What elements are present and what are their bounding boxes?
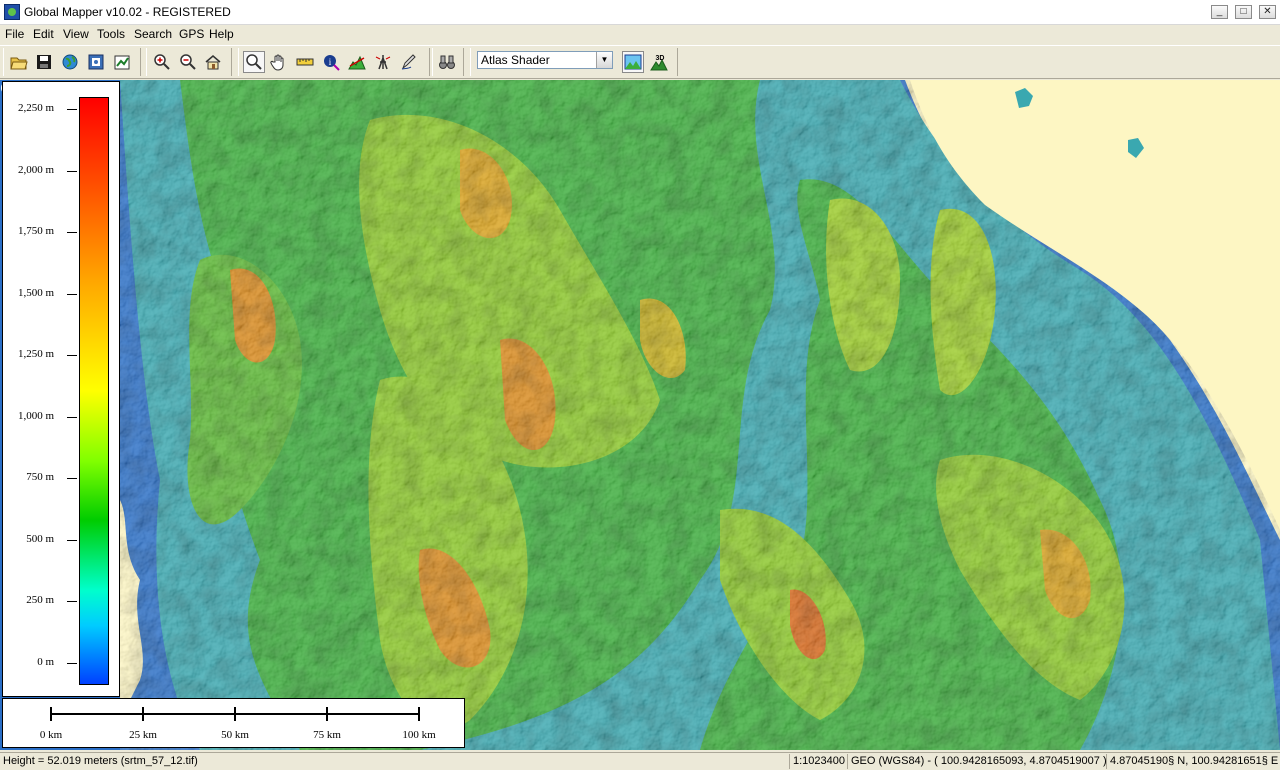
scale-label: 75 km (313, 729, 341, 741)
status-height: Height = 52.019 meters (srtm_57_12.tif) (3, 755, 198, 767)
legend-label: 2,000 m (17, 163, 54, 176)
menu-help[interactable]: Help (209, 27, 234, 41)
legend-label: 2,250 m (17, 102, 54, 114)
close-button[interactable]: ✕ (1259, 5, 1276, 19)
save-button[interactable] (33, 51, 55, 73)
scale-tick (142, 707, 144, 721)
toolbar: i 3D (0, 45, 1280, 79)
legend-label: 500 m (26, 532, 54, 545)
legend-tick (67, 601, 77, 602)
menu-view[interactable]: View (63, 27, 89, 41)
3d-label: 3D (656, 55, 665, 62)
chevron-down-icon[interactable]: ▼ (596, 52, 612, 68)
window-title: Global Mapper v10.02 - REGISTERED (24, 5, 231, 19)
measure-button[interactable] (294, 51, 316, 73)
scale-tick (418, 707, 420, 721)
zoom-out-icon (180, 54, 196, 70)
legend-tick (67, 539, 77, 541)
legend-tick (67, 478, 77, 479)
status-projection: GEO (WGS84) - ( 100.9428165093, 4.870451… (847, 754, 1107, 769)
scale-label: 0 km (39, 729, 63, 741)
scale-tick (234, 707, 236, 721)
menu-bar: File Edit View Tools Search GPS Help (0, 25, 1280, 44)
overlay-control-button[interactable] (111, 51, 133, 73)
legend-tick (67, 232, 77, 233)
zoom-tool-button[interactable] (243, 51, 265, 73)
status-scale: 1:1023400 (789, 754, 845, 769)
measure-icon (296, 58, 314, 66)
pan-button[interactable] (268, 51, 290, 73)
elevation-map[interactable] (0, 80, 1280, 750)
feature-info-button[interactable]: i (320, 51, 342, 73)
path-profile-button[interactable] (346, 51, 368, 73)
config-button[interactable] (85, 51, 107, 73)
elevation-legend: 2,250 m 2,000 m 1,750 m 1,500 m 1,250 m 1,000… (2, 81, 120, 697)
status-bar: Height = 52.019 meters (srtm_57_12.tif) … (0, 752, 1280, 770)
legend-tick (67, 170, 77, 172)
menu-gps[interactable]: GPS (179, 27, 204, 41)
open-folder-icon (10, 57, 28, 70)
view-shed-icon (375, 55, 391, 70)
menu-tools[interactable]: Tools (97, 27, 125, 41)
home-icon (205, 55, 221, 70)
zoom-tool-icon (246, 54, 262, 70)
legend-tick (67, 416, 77, 418)
app-icon (4, 4, 20, 20)
zoom-in-icon (154, 54, 170, 70)
legend-label: 1,250 m (17, 348, 54, 360)
binoculars-icon (439, 55, 455, 69)
path-profile-icon (348, 55, 366, 70)
scale-tick (326, 707, 328, 721)
save-icon (37, 55, 51, 69)
legend-tick (67, 662, 77, 664)
legend-label: 1,750 m (17, 225, 54, 237)
digitizer-button[interactable] (398, 51, 420, 73)
globe-button[interactable] (59, 51, 81, 73)
zoom-out-button[interactable] (177, 51, 199, 73)
map-view[interactable] (0, 80, 1280, 750)
shader-options-icon (624, 54, 642, 70)
scale-label: 50 km (221, 729, 249, 741)
pan-hand-icon (270, 54, 284, 71)
overlay-control-icon (114, 55, 130, 70)
menu-search[interactable]: Search (134, 27, 172, 41)
zoom-in-button[interactable] (151, 51, 173, 73)
scale-bar: 0 km 25 km 50 km 75 km 100 km (2, 698, 465, 748)
legend-tick (67, 355, 77, 356)
status-coordinates: 4.87045190§ N, 100.94281651§ E (1106, 754, 1278, 769)
legend-label: 1,000 m (17, 409, 54, 422)
shader-dropdown-value: Atlas Shader (481, 53, 550, 67)
maximize-button[interactable]: □ (1235, 5, 1252, 19)
minimize-button[interactable]: _ (1211, 5, 1228, 19)
globe-icon (62, 54, 78, 70)
home-button[interactable] (202, 51, 224, 73)
shader-options-button[interactable] (622, 51, 644, 73)
legend-tick (67, 293, 77, 295)
title-bar: Global Mapper v10.02 - REGISTERED _ □ ✕ (0, 0, 1280, 25)
config-icon (88, 54, 104, 70)
menu-edit[interactable]: Edit (33, 27, 54, 41)
legend-color-bar (79, 97, 109, 685)
legend-tick (67, 109, 77, 110)
search-button[interactable] (436, 51, 458, 73)
open-folder-button[interactable] (8, 51, 30, 73)
feature-info-icon: i (324, 55, 340, 71)
3d-view-icon: 3D (650, 55, 668, 71)
digitizer-icon (401, 54, 416, 70)
legend-label: 250 m (26, 594, 54, 606)
view-shed-button[interactable] (372, 51, 394, 73)
scale-tick (50, 707, 52, 721)
3d-view-button[interactable]: 3D (648, 51, 670, 73)
scale-label: 100 km (402, 729, 436, 741)
menu-file[interactable]: File (5, 27, 24, 41)
legend-label: 0 m (37, 655, 54, 668)
legend-label: 750 m (26, 471, 54, 483)
shader-dropdown[interactable]: Atlas Shader ▼ (477, 51, 613, 69)
legend-label: 1,500 m (17, 286, 54, 299)
scale-label: 25 km (129, 729, 157, 741)
